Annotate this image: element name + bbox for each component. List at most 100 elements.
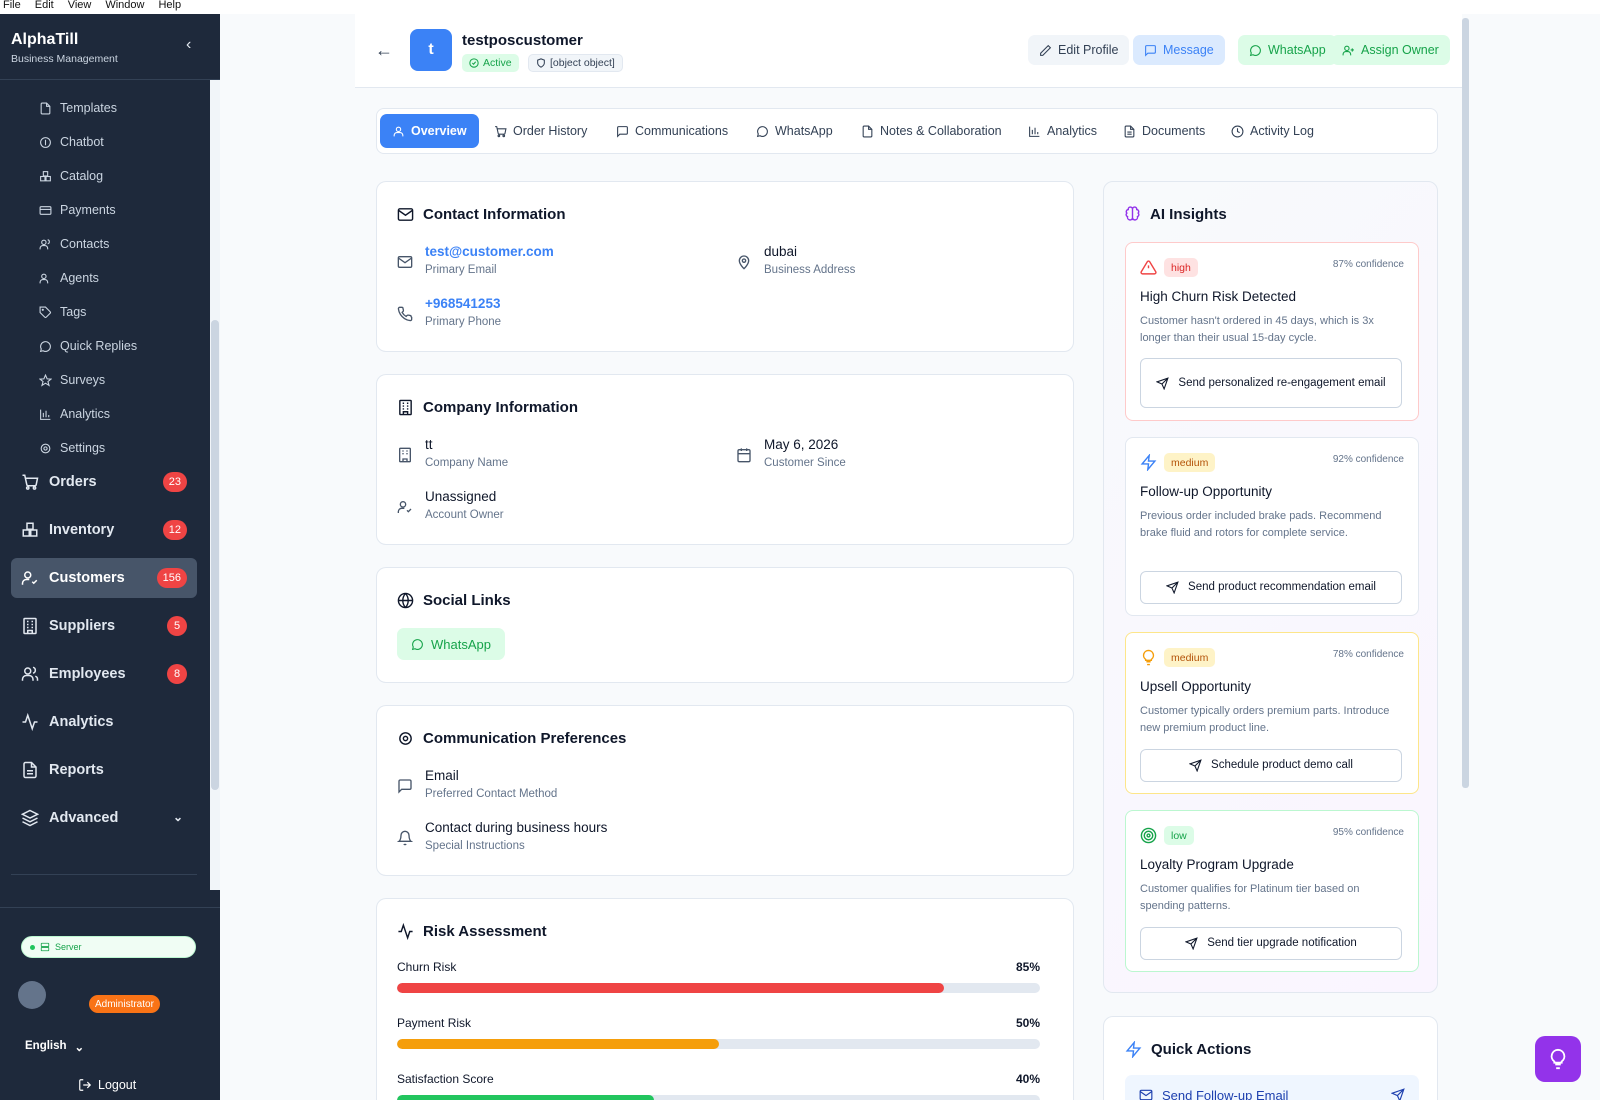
- sidebar-item-label: Templates: [60, 101, 117, 115]
- sidebar-item-label: Inventory: [49, 522, 115, 538]
- tab-whatsapp[interactable]: WhatsApp: [744, 114, 845, 148]
- tab-analytics[interactable]: Analytics: [1016, 114, 1109, 148]
- logout-icon: [79, 1079, 92, 1091]
- sidebar-item-surveys[interactable]: Surveys: [39, 370, 105, 390]
- menu-window[interactable]: Window: [105, 0, 144, 14]
- risk-label: Payment Risk: [397, 1016, 472, 1030]
- edit-profile-label: Edit Profile: [1058, 43, 1119, 57]
- activity-icon: [398, 923, 413, 940]
- tab-label: Overview: [411, 124, 467, 138]
- calendar-icon: [737, 448, 751, 463]
- sidebar-item-catalog[interactable]: Catalog: [39, 166, 103, 186]
- sidebar-item-reports[interactable]: Reports: [11, 750, 197, 790]
- tab-activity-log[interactable]: Activity Log: [1219, 114, 1326, 148]
- language-select[interactable]: English ⌄: [25, 1040, 84, 1054]
- menu-file[interactable]: File: [3, 0, 21, 14]
- sidebar-item-quick-replies[interactable]: Quick Replies: [39, 336, 137, 356]
- special-instructions-value: Contact during business hours: [425, 820, 608, 835]
- insight-card-followup: medium 92% confidence Follow-up Opportun…: [1125, 437, 1419, 616]
- sidebar-item-analytics-sub[interactable]: Analytics: [39, 404, 110, 424]
- sidebar-item-templates[interactable]: Templates: [39, 98, 117, 118]
- sidebar-item-contacts[interactable]: Contacts: [39, 234, 109, 254]
- sidebar-item-label: Quick Replies: [60, 339, 138, 353]
- sidebar-item-employees[interactable]: Employees 8: [11, 654, 197, 694]
- menu-view[interactable]: View: [68, 0, 92, 14]
- social-links-card: Social Links WhatsApp: [376, 567, 1074, 683]
- special-instructions-label: Special Instructions: [425, 840, 525, 852]
- risk-label: Churn Risk: [397, 960, 457, 974]
- tab-documents[interactable]: Documents: [1111, 114, 1217, 148]
- email-label: Primary Email: [425, 264, 497, 276]
- insight-action-button[interactable]: Send personalized re-engagement email: [1140, 358, 1402, 408]
- send-icon: [1391, 1088, 1405, 1100]
- logout-button[interactable]: Logout: [78, 1078, 136, 1092]
- assign-owner-label: Assign Owner: [1361, 43, 1439, 57]
- contact-method-value: Email: [425, 768, 459, 783]
- bar-chart-icon: [40, 409, 51, 420]
- whatsapp-button[interactable]: WhatsApp: [1238, 35, 1337, 65]
- sidebar-item-suppliers[interactable]: Suppliers 5: [11, 606, 197, 646]
- ai-insights-title: AI Insights: [1124, 206, 1227, 223]
- suppliers-count-badge: 5: [167, 616, 187, 636]
- status-badge: Active: [462, 54, 519, 72]
- bell-icon: [397, 830, 413, 846]
- customer-since-label: Customer Since: [764, 457, 846, 469]
- users-icon: [39, 238, 50, 249]
- churn-risk-row: Churn Risk 85%: [397, 960, 1040, 993]
- collapse-sidebar-icon[interactable]: ‹: [186, 36, 191, 54]
- assign-owner-button[interactable]: Assign Owner: [1331, 35, 1450, 65]
- sidebar-item-analytics[interactable]: Analytics: [11, 702, 197, 742]
- ai-assistant-button[interactable]: [1535, 1036, 1581, 1082]
- sidebar-item-label: Analytics: [49, 714, 114, 730]
- email-link[interactable]: test@customer.com: [425, 244, 554, 259]
- tab-notes[interactable]: Notes & Collaboration: [849, 114, 1014, 148]
- insight-action-label: Send tier upgrade notification: [1207, 937, 1357, 949]
- social-links-title: Social Links: [397, 592, 511, 609]
- sidebar-item-inventory[interactable]: Inventory 12: [11, 510, 197, 550]
- address-label: Business Address: [764, 264, 856, 276]
- sidebar-item-settings[interactable]: Settings: [39, 438, 105, 458]
- company-info-card: Company Information tt Company Name May 6…: [376, 374, 1074, 545]
- sidebar-item-tags[interactable]: Tags: [39, 302, 86, 322]
- whatsapp-social-link[interactable]: WhatsApp: [397, 628, 505, 660]
- sidebar-divider: [11, 874, 197, 875]
- sidebar-item-payments[interactable]: Payments: [39, 200, 116, 220]
- message-button[interactable]: Message: [1133, 35, 1225, 65]
- account-owner-field: Unassigned Account Owner: [397, 489, 504, 521]
- boxes-icon: [40, 170, 51, 181]
- sidebar-item-label: Advanced: [49, 810, 119, 826]
- customer-avatar: t: [410, 29, 452, 71]
- sidebar-item-advanced[interactable]: Advanced ⌄: [11, 798, 197, 838]
- sidebar-item-chatbot[interactable]: Chatbot: [39, 132, 104, 152]
- user-check-icon: [397, 501, 412, 513]
- back-arrow-icon[interactable]: ←: [375, 40, 393, 61]
- boxes-icon: [22, 522, 38, 537]
- sidebar-item-agents[interactable]: Agents: [39, 268, 99, 288]
- segment-label: [object object]: [550, 57, 615, 69]
- edit-profile-button[interactable]: Edit Profile: [1028, 35, 1130, 65]
- tab-order-history[interactable]: Order History: [482, 114, 599, 148]
- sidebar-scrollbar[interactable]: [210, 80, 220, 890]
- phone-link[interactable]: +968541253: [425, 296, 501, 311]
- insight-action-button[interactable]: Send product recommendation email: [1140, 571, 1402, 604]
- menu-edit[interactable]: Edit: [35, 0, 54, 14]
- sidebar-item-customers[interactable]: Customers 156: [11, 558, 197, 598]
- sidebar-scroll-thumb[interactable]: [211, 320, 219, 790]
- tab-communications[interactable]: Communications: [604, 114, 740, 148]
- email-field: test@customer.com Primary Email: [397, 244, 554, 276]
- sidebar-item-label: Settings: [60, 441, 106, 455]
- target-icon: [1140, 827, 1157, 844]
- insight-action-button[interactable]: Schedule product demo call: [1140, 749, 1402, 782]
- avatar[interactable]: [18, 981, 46, 1009]
- status-label: Active: [483, 57, 512, 69]
- page-scrollbar[interactable]: [1462, 18, 1469, 788]
- send-follow-up-email-button[interactable]: Send Follow-up Email: [1125, 1075, 1419, 1100]
- priority-badge: medium: [1164, 453, 1216, 472]
- menu-help[interactable]: Help: [158, 0, 181, 14]
- address-field: dubai Business Address: [736, 244, 855, 276]
- company-info-title: Company Information: [397, 399, 578, 416]
- sidebar-item-orders[interactable]: Orders 23: [11, 462, 197, 502]
- insight-action-button[interactable]: Send tier upgrade notification: [1140, 927, 1402, 960]
- tab-overview[interactable]: Overview: [380, 114, 479, 148]
- confidence-label: 92% confidence: [1332, 454, 1404, 465]
